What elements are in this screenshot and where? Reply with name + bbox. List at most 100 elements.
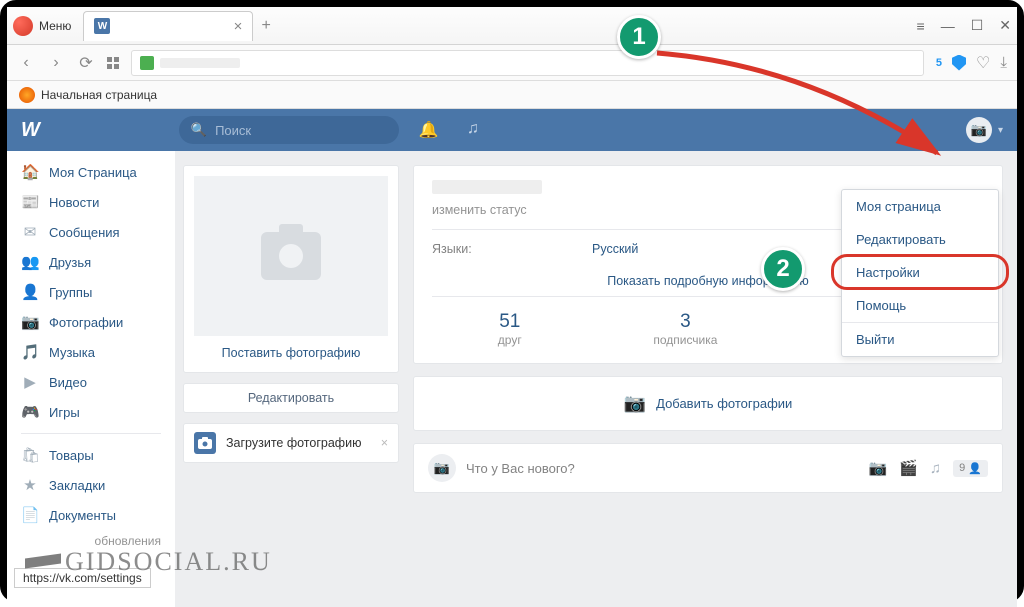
languages-label: Языки:: [432, 242, 572, 256]
sidebar-item[interactable]: ★ Закладки: [7, 470, 175, 500]
sidebar-icon: 📷: [21, 313, 39, 331]
dropdown-item[interactable]: Выйти: [842, 323, 998, 356]
music-icon[interactable]: ♫: [467, 120, 479, 140]
dropdown-item[interactable]: Настройки: [842, 256, 998, 289]
sidebar-item[interactable]: 📄 Документы: [7, 500, 175, 530]
address-bar: ‹ › ⟳ 5 ♡ ⤓: [7, 45, 1017, 81]
post-avatar: 📷: [428, 454, 456, 482]
camera-icon: [261, 232, 321, 280]
profile-dropdown: Моя страницаРедактироватьНастройкиПомощь…: [841, 189, 999, 357]
bookmark-home[interactable]: Начальная страница: [41, 88, 157, 102]
add-photos-label: Добавить фотографии: [656, 396, 792, 411]
sidebar-icon: ▶: [21, 373, 39, 391]
profile-photo-box: Поставить фотографию: [183, 165, 399, 373]
status-bar-url: https://vk.com/settings: [14, 568, 151, 588]
add-photos-button[interactable]: 📷 Добавить фотографии: [413, 376, 1003, 431]
sidebar-label: Игры: [49, 405, 80, 420]
bell-icon[interactable]: 🔔: [419, 120, 439, 140]
back-button[interactable]: ‹: [17, 54, 35, 72]
sidebar-item[interactable]: ▶Видео: [7, 367, 175, 397]
camera-icon: 📷: [624, 393, 646, 414]
dropdown-item[interactable]: Моя страница: [842, 190, 998, 223]
post-placeholder: Что у Вас нового?: [466, 461, 575, 476]
sidebar-label: Группы: [49, 285, 92, 300]
sidebar-item[interactable]: 👤 Группы: [7, 277, 175, 307]
bookmarks-bar: Начальная страница: [7, 81, 1017, 109]
sidebar-item[interactable]: 🎵Музыка: [7, 337, 175, 367]
dropdown-item[interactable]: Помощь: [842, 289, 998, 322]
sidebar-item[interactable]: 📰Новости: [7, 187, 175, 217]
sidebar-label: Моя Страница: [49, 165, 137, 180]
reload-button[interactable]: ⟳: [77, 53, 95, 73]
dropdown-item[interactable]: Редактировать: [842, 223, 998, 256]
search-icon: 🔍: [191, 122, 207, 138]
search-placeholder: Поиск: [215, 123, 251, 138]
sidebar-item[interactable]: 📷 Фотографии: [7, 307, 175, 337]
stat-number: 3: [653, 311, 717, 333]
sidebar-icon: 🛍: [21, 446, 39, 464]
sidebar-icon: 🎵: [21, 343, 39, 361]
photo-placeholder[interactable]: [194, 176, 388, 336]
menu-button[interactable]: Меню: [39, 19, 71, 33]
opera-icon[interactable]: [13, 16, 33, 36]
heart-icon[interactable]: ♡: [976, 53, 990, 73]
download-icon[interactable]: ⤓: [1000, 54, 1007, 71]
close-window-button[interactable]: ✕: [999, 17, 1011, 34]
edit-profile-button[interactable]: Редактировать: [183, 383, 399, 413]
sidebar-icon: ★: [21, 476, 39, 494]
maximize-button[interactable]: ☐: [971, 17, 984, 34]
stat-label: подписчика: [653, 333, 717, 347]
sidebar-icon: 📄: [21, 506, 39, 524]
sidebar-label: Фотографии: [49, 315, 123, 330]
sidebar: 🏠Моя Страница📰Новости✉Сообщения 👥 Друзья 👤 Г…: [7, 151, 175, 607]
attach-video-icon[interactable]: 🎬: [899, 459, 918, 477]
upload-photo-label: Загрузите фотографию: [226, 436, 361, 450]
url-field[interactable]: [131, 50, 924, 76]
sidebar-item[interactable]: 🛍Товары: [7, 440, 175, 470]
post-people-count[interactable]: 9 👤: [953, 460, 988, 477]
browser-tab[interactable]: W ×: [83, 11, 253, 41]
shield-icon[interactable]: [952, 55, 966, 71]
sidebar-icon: 👤: [21, 283, 39, 301]
sidebar-item[interactable]: 🎮 Игры: [7, 397, 175, 427]
sidebar-icon: 🎮: [21, 403, 39, 421]
chevron-down-icon[interactable]: ▾: [998, 125, 1003, 136]
customize-icon[interactable]: ≡: [917, 18, 925, 34]
sidebar-icon: ✉: [21, 223, 39, 241]
tab-close-icon[interactable]: ×: [234, 18, 243, 35]
sidebar-label: Документы: [49, 508, 116, 523]
stat-item[interactable]: 3подписчика: [653, 311, 717, 347]
change-status-link[interactable]: изменить статус: [432, 203, 527, 217]
sidebar-label: Закладки: [49, 478, 105, 493]
sidebar-label: Друзья: [49, 255, 91, 270]
browser-tab-strip: Меню W × + ≡ — ☐ ✕: [7, 7, 1017, 45]
firefox-icon: [19, 87, 35, 103]
sidebar-item[interactable]: 🏠Моя Страница: [7, 157, 175, 187]
vk-favicon: W: [94, 18, 110, 34]
forward-button[interactable]: ›: [47, 54, 65, 72]
vk-logo[interactable]: W: [21, 119, 39, 142]
close-icon[interactable]: ×: [381, 436, 388, 450]
set-photo-link[interactable]: Поставить фотографию: [194, 336, 388, 362]
photo-column: Поставить фотографию Редактировать Загру…: [175, 151, 407, 607]
url-text: [160, 58, 240, 68]
vk-header: W 🔍 Поиск 🔔 ♫ 📷 ▾: [7, 109, 1017, 151]
sidebar-label: Новости: [49, 195, 99, 210]
attach-music-icon[interactable]: ♫: [930, 460, 941, 477]
attach-photo-icon[interactable]: 📷: [869, 459, 888, 477]
new-tab-button[interactable]: +: [261, 17, 270, 35]
search-input[interactable]: 🔍 Поиск: [179, 116, 399, 144]
upload-photo-box[interactable]: Загрузите фотографию ×: [183, 423, 399, 463]
sidebar-item[interactable]: ✉Сообщения: [7, 217, 175, 247]
divider: [21, 433, 161, 434]
stat-item[interactable]: 51друг: [498, 311, 522, 347]
sidebar-item[interactable]: 👥 Друзья: [7, 247, 175, 277]
sidebar-icon: 👥: [21, 253, 39, 271]
post-input[interactable]: 📷 Что у Вас нового? 📷 🎬 ♫ 9 👤: [413, 443, 1003, 493]
updates-link[interactable]: обновления: [7, 530, 175, 552]
lock-icon: [140, 56, 154, 70]
speed-dial-icon[interactable]: [107, 57, 119, 69]
languages-value[interactable]: Русский: [592, 242, 638, 256]
avatar[interactable]: 📷: [966, 117, 992, 143]
minimize-button[interactable]: —: [941, 18, 955, 34]
